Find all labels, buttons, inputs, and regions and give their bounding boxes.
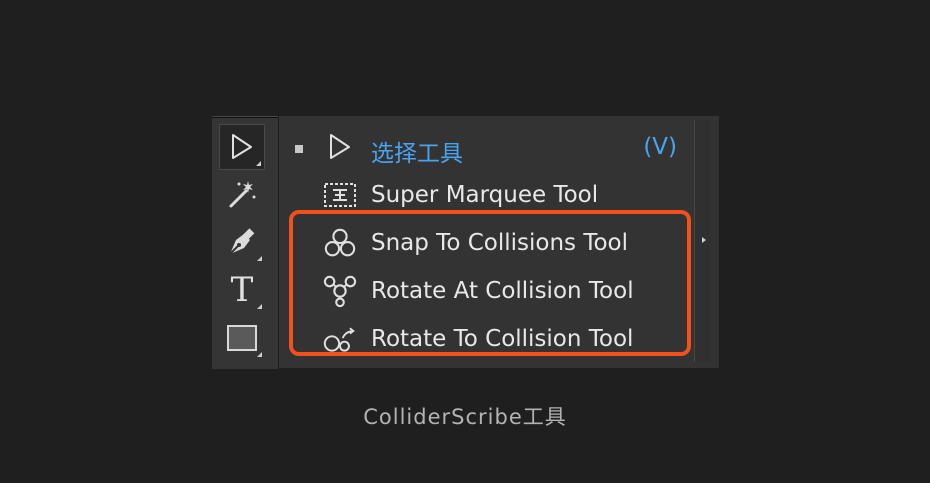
flyout-indicator xyxy=(257,256,262,261)
pen-nib-icon xyxy=(229,228,255,255)
shortcut-key: (V) xyxy=(643,134,677,160)
type-t-icon: T xyxy=(230,270,254,310)
flyout-item-label: Super Marquee Tool xyxy=(371,182,599,208)
flyout-indicator xyxy=(257,304,262,309)
flyout-indicator xyxy=(256,161,261,166)
magic-wand-icon xyxy=(229,181,256,208)
super-marquee-icon xyxy=(324,183,356,207)
rectangle-icon xyxy=(227,325,257,351)
collision-tools-highlight xyxy=(289,210,691,356)
pen-tool-button[interactable] xyxy=(219,220,265,264)
rectangle-tool-button[interactable] xyxy=(219,316,265,360)
tools-panel: T xyxy=(212,116,278,369)
selection-tool-button[interactable] xyxy=(219,124,265,170)
flyout-item-selection-tool[interactable]: 选择工具 (V) xyxy=(279,124,689,168)
arrow-cursor-icon xyxy=(330,134,350,159)
current-tool-indicator xyxy=(295,145,303,153)
magic-wand-tool-button[interactable] xyxy=(219,172,265,216)
image-caption: ColliderScribe工具 xyxy=(363,405,567,429)
type-tool-button[interactable]: T xyxy=(219,268,265,312)
flyout-item-label: 选择工具 xyxy=(371,141,463,167)
expand-arrow-icon[interactable] xyxy=(702,237,706,243)
flyout-indicator xyxy=(257,352,262,357)
arrow-cursor-icon xyxy=(232,134,252,159)
